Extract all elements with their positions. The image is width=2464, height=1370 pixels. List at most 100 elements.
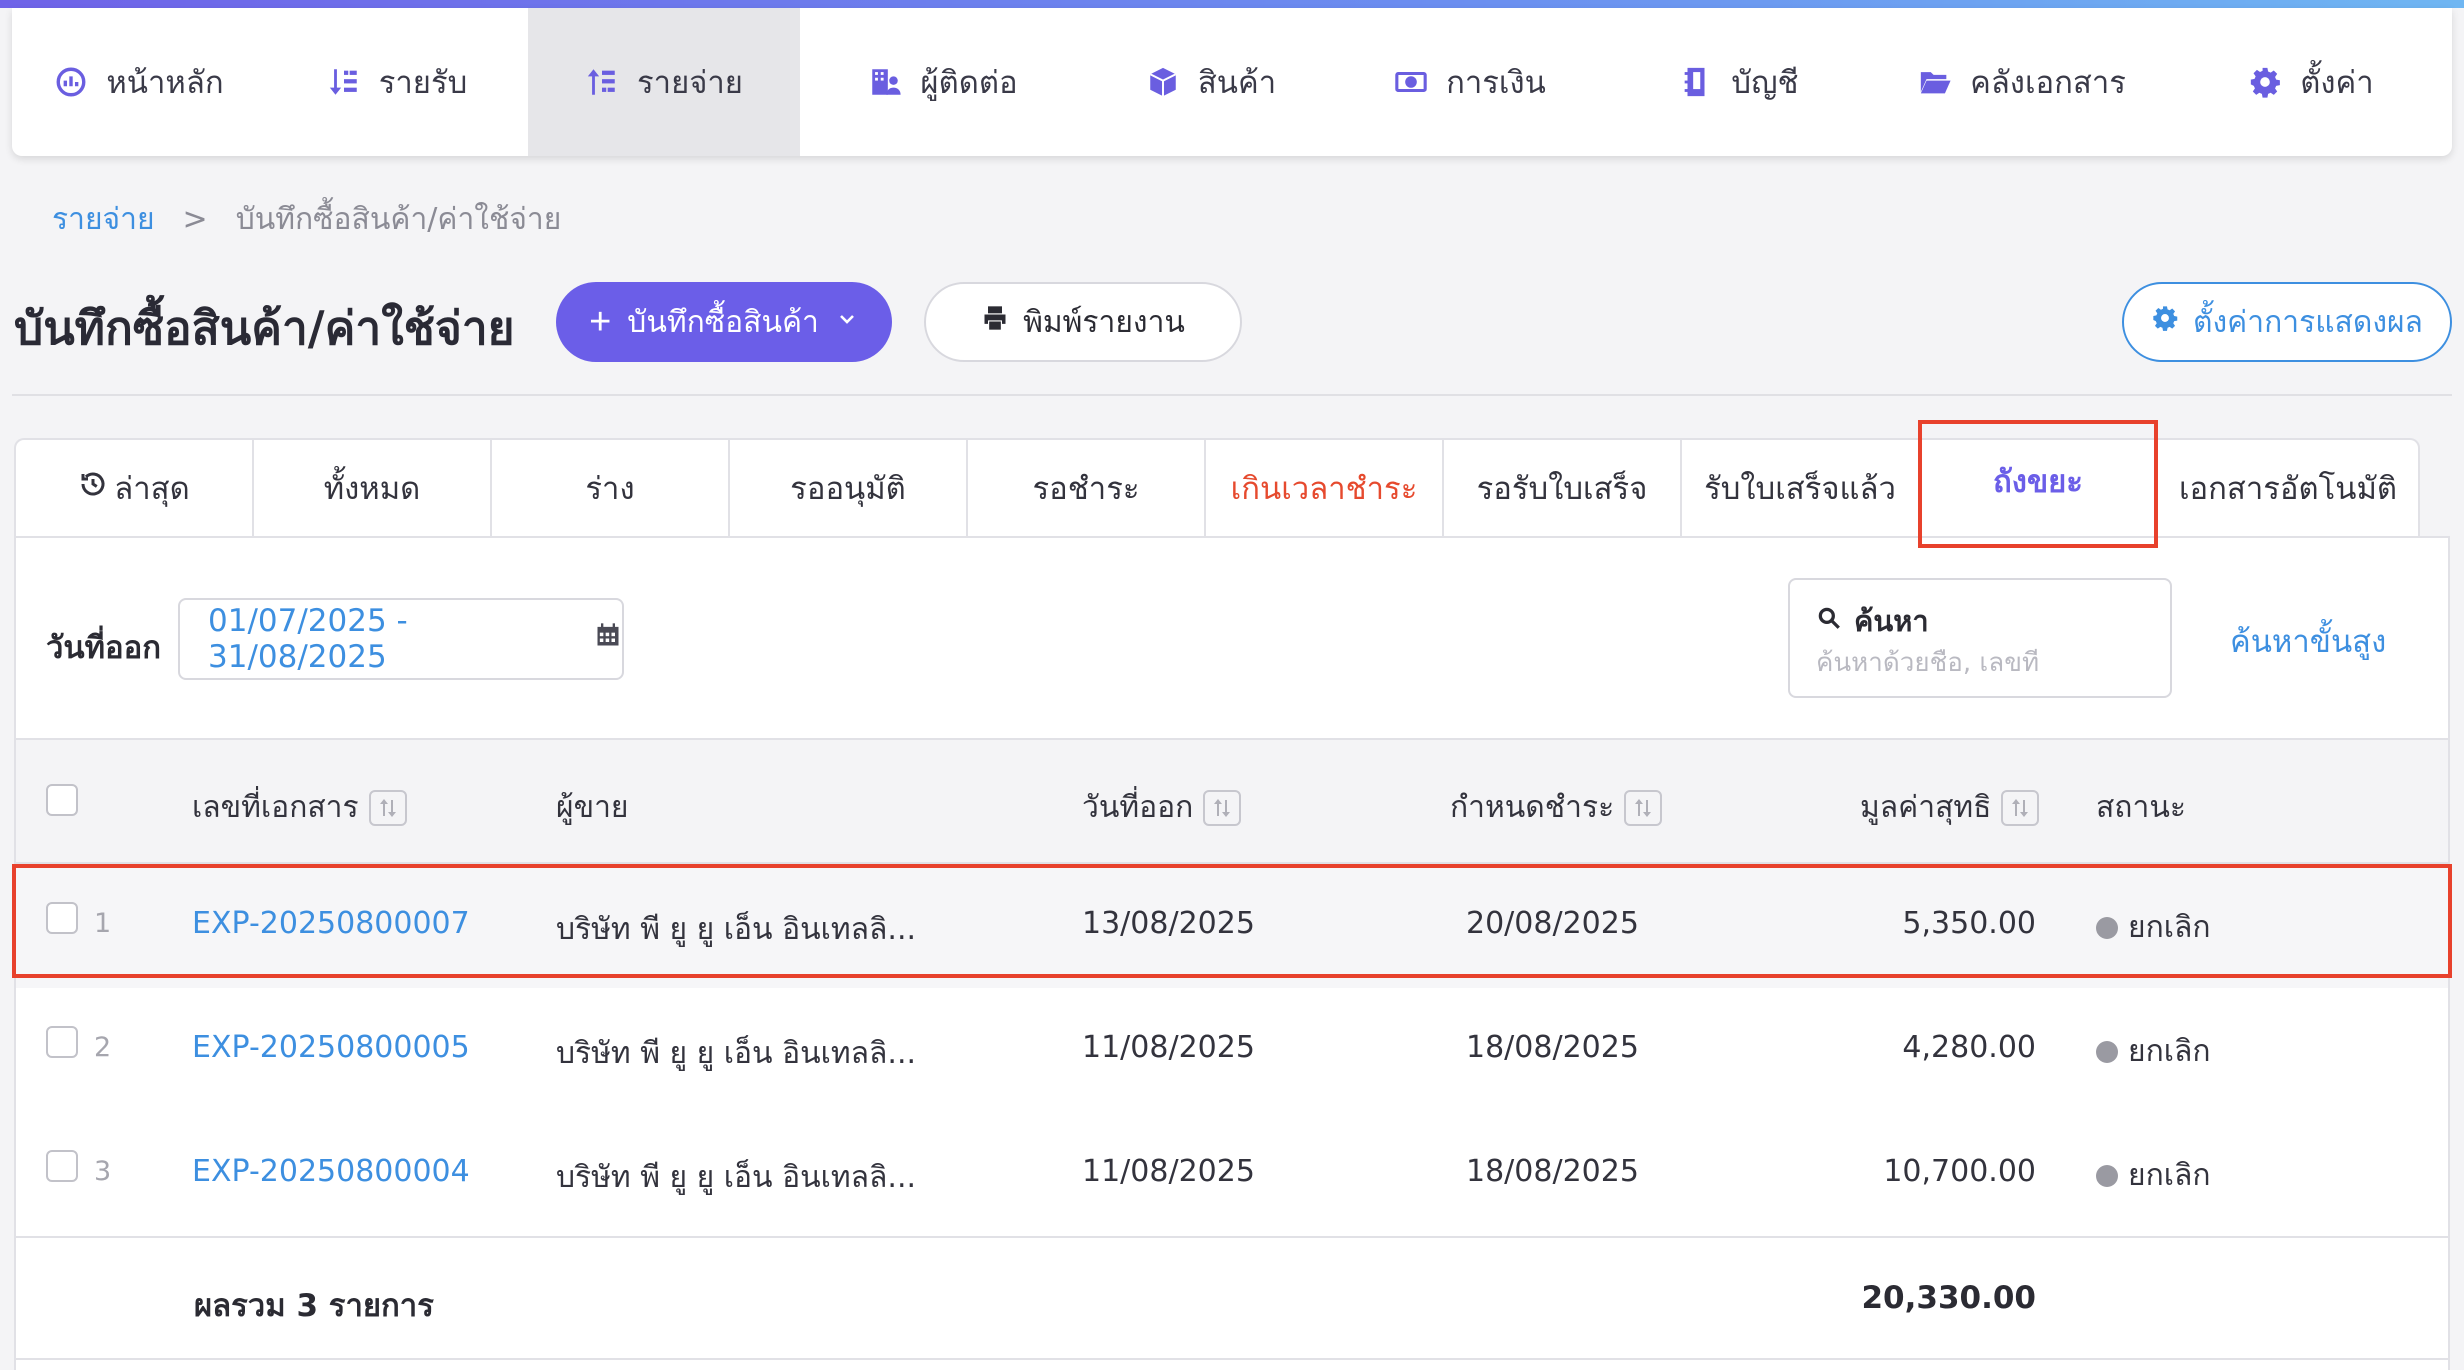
sort-icon[interactable] <box>1624 789 1663 826</box>
net-amount: 5,350.00 <box>1902 906 2036 941</box>
history-icon <box>78 469 108 507</box>
row-number: 3 <box>94 1156 112 1187</box>
nav-item-finance[interactable]: การเงิน <box>1336 8 1604 156</box>
doc-no-link[interactable]: EXP-20250800007 <box>192 906 470 941</box>
tab-latest[interactable]: ล่าสุด <box>14 438 252 538</box>
row-checkbox[interactable] <box>46 1026 78 1058</box>
ledger-book-icon <box>1679 65 1713 99</box>
tab-draft[interactable]: ร่าง <box>490 438 728 538</box>
issue-date: 11/08/2025 <box>1082 1154 1255 1189</box>
sort-expense-icon <box>585 65 619 99</box>
col-net-amount-label: มูลค่าสุทธิ <box>1860 790 1992 825</box>
col-vendor: ผู้ขาย <box>556 784 629 831</box>
sort-icon[interactable] <box>2001 789 2040 826</box>
folder-open-icon <box>1918 65 1952 99</box>
top-nav: หน้าหลัก รายรับ รายจ่าย ผู้ติดต่อ สินค้า <box>12 8 2452 156</box>
search-label: ค้นหา <box>1854 604 1929 638</box>
status-badge: ยกเลิก <box>2096 904 2211 951</box>
tab-awaiting-payment[interactable]: รอชำระ <box>966 438 1204 538</box>
nav-item-settings[interactable]: ตั้งค่า <box>2170 8 2452 156</box>
row-checkbox[interactable] <box>46 902 78 934</box>
nav-item-label: ผู้ติดต่อ <box>920 65 1018 101</box>
tab-awaiting-receipt[interactable]: รอรับใบเสร็จ <box>1442 438 1680 538</box>
breadcrumb-current: บันทึกซื้อสินค้า/ค่าใช้จ่าย <box>235 202 562 237</box>
app-root: หน้าหลัก รายรับ รายจ่าย ผู้ติดต่อ สินค้า <box>0 0 2464 1370</box>
printer-icon <box>981 304 1009 340</box>
status-dot <box>2096 916 2118 939</box>
status-label: ยกเลิก <box>2128 1158 2211 1193</box>
nav-item-products[interactable]: สินค้า <box>1086 8 1336 156</box>
nav-item-accounting[interactable]: บัญชี <box>1604 8 1874 156</box>
date-filter-label: วันที่ออก <box>46 630 162 666</box>
nav-item-label: รายรับ <box>378 65 468 101</box>
tab-label: เอกสารอัตโนมัติ <box>2178 471 2398 507</box>
tab-awaiting-approval[interactable]: รออนุมัติ <box>728 438 966 538</box>
tab-auto-documents[interactable]: เอกสารอัตโนมัติ <box>2156 438 2420 538</box>
nav-item-documents[interactable]: คลังเอกสาร <box>1874 8 2170 156</box>
sort-icon[interactable] <box>368 789 407 826</box>
nav-item-label: สินค้า <box>1197 65 1277 101</box>
tab-receipt-received[interactable]: รับใบเสร็จแล้ว <box>1680 438 1918 538</box>
col-status: สถานะ <box>2096 784 2186 831</box>
search-label-row: ค้นหา <box>1816 598 1929 644</box>
nav-item-income[interactable]: รายรับ <box>266 8 528 156</box>
display-settings-label: ตั้งค่าการแสดงผล <box>2193 305 2423 339</box>
tab-all[interactable]: ทั้งหมด <box>252 438 490 538</box>
tab-trash[interactable]: ถังขยะ <box>1918 438 2156 538</box>
table-row[interactable]: 3 EXP-20250800004 บริษัท พี ยู ยู เอ็น อ… <box>16 1112 2448 1236</box>
nav-item-expense[interactable]: รายจ่าย <box>528 8 800 156</box>
vendor-name: บริษัท พี ยู ยู เอ็น อินเทลลิ... <box>556 1160 917 1195</box>
display-settings-button[interactable]: ตั้งค่าการแสดงผล <box>2122 282 2452 362</box>
status-tabs: ล่าสุด ทั้งหมด ร่าง รออนุมัติ รอชำระ เกิ… <box>14 438 2420 538</box>
doc-no-link[interactable]: EXP-20250800004 <box>192 1154 470 1189</box>
table-total-row: ผลรวม 3 รายการ 20,330.00 <box>16 1236 2448 1360</box>
print-report-button[interactable]: พิมพ์รายงาน <box>924 282 1242 362</box>
contacts-building-icon <box>868 65 902 99</box>
col-issue-date: วันที่ออก <box>1082 784 1242 831</box>
search-box[interactable]: ค้นหา <box>1788 578 2172 698</box>
nav-item-home[interactable]: หน้าหลัก <box>12 8 266 156</box>
tab-label: รออนุมัติ <box>790 471 906 507</box>
table-row[interactable]: 2 EXP-20250800005 บริษัท พี ยู ยู เอ็น อ… <box>16 988 2448 1112</box>
col-vendor-label: ผู้ขาย <box>556 790 629 825</box>
add-purchase-button[interactable]: + บันทึกซื้อสินค้า <box>556 282 892 362</box>
add-purchase-label: บันทึกซื้อสินค้า <box>627 305 819 339</box>
tab-label: รับใบเสร็จแล้ว <box>1704 471 1896 507</box>
doc-no-link[interactable]: EXP-20250800005 <box>192 1030 470 1065</box>
total-value: 20,330.00 <box>1861 1280 2036 1316</box>
nav-item-label: รายจ่าย <box>637 65 743 101</box>
row-checkbox[interactable] <box>46 1150 78 1182</box>
breadcrumb-separator: > <box>182 202 208 237</box>
vendor-name: บริษัท พี ยู ยู เอ็น อินเทลลิ... <box>556 1036 917 1071</box>
breadcrumb-parent-link[interactable]: รายจ่าย <box>52 196 155 243</box>
due-date: 20/08/2025 <box>1466 906 1639 941</box>
advanced-search-link[interactable]: ค้นหาขั้นสูง <box>2230 616 2386 666</box>
select-all-checkbox[interactable] <box>46 784 78 816</box>
date-range-picker[interactable]: 01/07/2025 - 31/08/2025 <box>178 598 624 680</box>
due-date: 18/08/2025 <box>1466 1154 1639 1189</box>
calendar-icon <box>594 621 622 657</box>
sort-icon[interactable] <box>1203 789 1242 826</box>
nav-item-label: ตั้งค่า <box>2300 65 2374 101</box>
print-report-label: พิมพ์รายงาน <box>1023 305 1185 339</box>
nav-item-label: การเงิน <box>1446 65 1546 101</box>
tab-label: ทั้งหมด <box>323 471 421 507</box>
tab-label: ถังขยะ <box>1993 464 2083 500</box>
nav-item-label: คลังเอกสาร <box>1970 65 2126 101</box>
table-row[interactable]: 1 EXP-20250800007 บริษัท พี ยู ยู เอ็น อ… <box>16 864 2448 988</box>
col-net-amount: มูลค่าสุทธิ <box>1860 784 2040 831</box>
date-range-value: 01/07/2025 - 31/08/2025 <box>208 603 408 675</box>
tab-label: ล่าสุด <box>114 471 190 507</box>
nav-item-contacts[interactable]: ผู้ติดต่อ <box>800 8 1086 156</box>
tab-overdue[interactable]: เกินเวลาชำระ <box>1204 438 1442 538</box>
top-gradient-strip <box>0 0 2464 8</box>
col-due-date-label: กำหนดชำระ <box>1450 790 1615 825</box>
status-badge: ยกเลิก <box>2096 1028 2211 1075</box>
nav-item-label: บัญชี <box>1731 65 1799 101</box>
vendor-name: บริษัท พี ยู ยู เอ็น อินเทลลิ... <box>556 912 917 947</box>
search-icon <box>1816 604 1842 638</box>
gear-icon <box>2248 65 2282 99</box>
search-input[interactable] <box>1816 648 2146 678</box>
sort-income-icon <box>327 65 361 99</box>
chevron-down-icon <box>835 305 859 339</box>
